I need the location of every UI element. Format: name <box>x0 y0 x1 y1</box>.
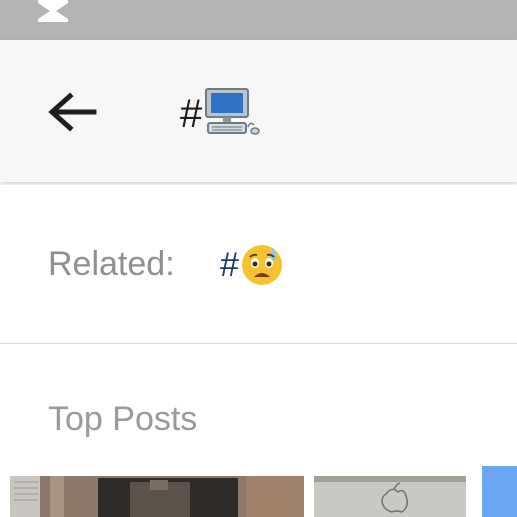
arrow-left-icon <box>48 92 97 132</box>
related-tag-link[interactable]: # <box>220 245 285 285</box>
post-thumbnail-2[interactable] <box>314 476 466 517</box>
related-label: Related: <box>48 245 175 283</box>
section-divider <box>0 343 517 344</box>
top-posts-grid <box>0 466 517 517</box>
desktop-computer-emoji <box>205 88 260 135</box>
top-posts-heading: Top Posts <box>48 400 198 438</box>
title-hash: # <box>180 91 203 136</box>
related-tag-hash: # <box>220 245 239 284</box>
hourglass-icon <box>38 0 68 22</box>
post-image-3 <box>482 466 517 517</box>
hashtag-page: # Related: # Top Posts <box>0 0 517 517</box>
page-title: # <box>180 86 260 142</box>
post-thumbnail-3[interactable] <box>482 466 517 517</box>
anxious-face-with-sweat-emoji <box>241 245 282 285</box>
app-bar: # <box>0 40 517 182</box>
post-image-2 <box>314 476 466 517</box>
post-thumbnail-1[interactable] <box>10 476 304 517</box>
related-section: Related: # <box>0 185 517 343</box>
status-bar <box>0 0 517 40</box>
back-button[interactable] <box>40 82 104 146</box>
post-image-1 <box>10 476 304 517</box>
